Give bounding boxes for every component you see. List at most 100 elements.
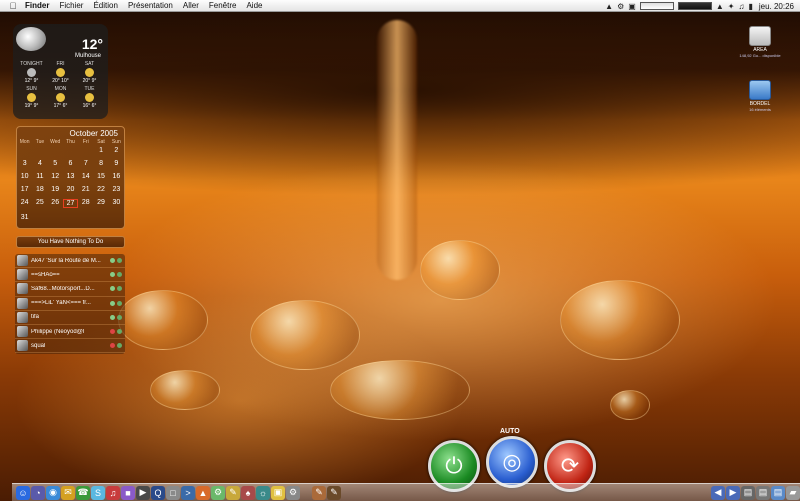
menu-fenetre[interactable]: Fenêtre (204, 1, 242, 10)
document-icon[interactable]: ✎ (327, 485, 341, 500)
cpu-meter[interactable] (639, 2, 674, 10)
calendar-day[interactable]: 29 (93, 199, 108, 208)
todo-widget[interactable]: You Have Nothing To Do (16, 236, 125, 248)
menu-aide[interactable]: Aide (241, 1, 267, 10)
calendar-day[interactable]: 22 (93, 186, 108, 193)
stickies-icon[interactable]: ▣ (271, 485, 285, 500)
calendar-day[interactable]: 5 (48, 160, 63, 167)
calendar-day[interactable]: 26 (48, 199, 63, 208)
calendar-day[interactable]: 28 (78, 199, 93, 208)
calendar-today[interactable]: 27 (62, 199, 79, 208)
document-icon[interactable]: ✎ (312, 485, 326, 500)
calendar-day[interactable]: 20 (63, 186, 78, 193)
calendar-widget[interactable]: October 2005 Mon Tue Wed Thu Fri Sat Sun 12345… (16, 126, 125, 229)
apple-icon[interactable]:  (6, 1, 20, 11)
forward-arrow-icon[interactable]: ▶ (726, 485, 740, 500)
buddy-row[interactable]: ===>LiL' YaN<=== fr... (15, 297, 125, 311)
menu-aller[interactable]: Aller (178, 1, 204, 10)
calendar-day[interactable]: 4 (32, 160, 47, 167)
auto-label: AUTO (500, 428, 520, 435)
desktop-icon-bordel[interactable]: BORDEL 16 éléments (730, 80, 790, 112)
calendar-day[interactable]: 1 (93, 147, 108, 154)
itunes-icon[interactable]: ♫ (106, 485, 120, 500)
menu-finder[interactable]: Finder (20, 1, 54, 10)
system-preferences-icon[interactable]: ⚙ (286, 485, 300, 500)
calendar-day[interactable]: 31 (17, 214, 32, 221)
minimized-window-icon[interactable]: ▤ (741, 485, 755, 500)
game-icon[interactable]: ♠ (241, 485, 255, 500)
dashboard-icon[interactable]: ◔ (31, 485, 45, 500)
ichat-icon[interactable]: ☎ (76, 485, 90, 500)
finder-icon[interactable]: ☺ (16, 485, 30, 500)
calendar-day[interactable]: 6 (63, 160, 78, 167)
calendar-day[interactable]: 25 (32, 199, 47, 208)
quicktime-icon[interactable]: Q (151, 485, 165, 500)
buddy-row[interactable]: tifa (15, 311, 125, 325)
calendar-day[interactable]: 9 (109, 160, 124, 167)
calendar-day[interactable]: 17 (17, 186, 32, 193)
calendar-day[interactable]: 10 (17, 173, 32, 180)
calendar-weekday: Mon (19, 139, 30, 145)
weather-widget[interactable]: 12° Mulhouse TONIGHT 12° 9° FRI 20° 10° SAT 2… (13, 24, 108, 119)
menu-clock[interactable]: jeu. 20:26 (759, 2, 794, 11)
volume-icon[interactable]: ♫ (738, 2, 744, 11)
menu-fichier[interactable]: Fichier (54, 1, 88, 10)
preview-icon[interactable]: □ (166, 485, 180, 500)
calendar-day[interactable]: 30 (109, 199, 124, 208)
terminal-icon[interactable]: > (181, 485, 195, 500)
utility-icon[interactable]: ⚙ (211, 485, 225, 500)
bluetooth-icon[interactable]: ✦ (728, 2, 735, 11)
calendar-day[interactable]: 11 (32, 173, 47, 180)
forecast-hilo: 12° 9° (24, 78, 39, 84)
buddy-row[interactable]: Saf68...Motorsport...D... (15, 282, 125, 297)
status-icon (110, 286, 115, 292)
calendar-day[interactable]: 3 (17, 160, 32, 167)
status-icon (117, 286, 122, 292)
script-menu-icon[interactable]: ▲ (605, 2, 613, 11)
calendar-day[interactable]: 24 (17, 199, 32, 208)
network-icon[interactable]: ☼ (256, 485, 270, 500)
safari-icon[interactable]: ◉ (46, 485, 60, 500)
calendar-day[interactable]: 21 (78, 186, 93, 193)
back-arrow-icon[interactable]: ◀ (711, 485, 725, 500)
notes-icon[interactable]: ✎ (226, 485, 240, 500)
minimized-window-icon[interactable]: ▤ (756, 485, 770, 500)
display-icon[interactable]: ▣ (628, 2, 636, 11)
imovie-icon[interactable]: ▶ (136, 485, 150, 500)
calendar-day[interactable]: 12 (48, 173, 63, 180)
current-temperature: 12° (81, 36, 103, 52)
liquid-bubble (420, 240, 500, 300)
memory-meter[interactable] (677, 2, 712, 10)
airport-icon[interactable]: ▲ (716, 2, 724, 11)
sync-icon[interactable]: ⚙ (617, 2, 624, 11)
buddy-row[interactable]: Philippe (Neoyod@l (15, 325, 125, 340)
iphoto-icon[interactable]: ■ (121, 485, 135, 500)
calendar-day[interactable]: 19 (48, 186, 63, 193)
skype-icon[interactable]: S (91, 485, 105, 500)
calendar-day[interactable]: 16 (109, 173, 124, 180)
calendar-day[interactable]: 2 (109, 147, 124, 154)
calendar-day[interactable]: 8 (93, 160, 108, 167)
calendar-day[interactable]: 18 (32, 186, 47, 193)
mail-icon[interactable]: ✉ (61, 485, 75, 500)
trash-icon[interactable]: ▰ (786, 485, 800, 500)
forecast-hilo: 20° 10° (52, 78, 69, 84)
buddy-row[interactable]: squal (15, 339, 125, 354)
calendar-day[interactable]: 14 (78, 173, 93, 180)
battery-icon[interactable]: ▮ (748, 2, 752, 11)
calendar-day[interactable]: 15 (93, 173, 108, 180)
calendar-day[interactable]: 13 (63, 173, 78, 180)
liquid-bubble (330, 360, 470, 420)
calendar-day[interactable]: 23 (109, 186, 124, 193)
buddy-row[interactable]: ==sHAo== (15, 268, 125, 283)
menu-presentation[interactable]: Présentation (123, 1, 178, 10)
buddy-avatar (17, 340, 28, 352)
auto-button[interactable]: ◎ (486, 436, 538, 488)
liquid-bubble (118, 290, 208, 350)
calendar-day[interactable]: 7 (78, 160, 93, 167)
vlc-icon[interactable]: ▲ (196, 485, 210, 500)
menu-edition[interactable]: Édition (88, 1, 122, 10)
buddy-row[interactable]: Ak47 'Sur la Route de M... (15, 254, 125, 269)
desktop-icon-area[interactable]: AREA 148,92 Go... disponible (730, 26, 790, 58)
minimized-window-icon[interactable]: ▤ (771, 485, 785, 500)
